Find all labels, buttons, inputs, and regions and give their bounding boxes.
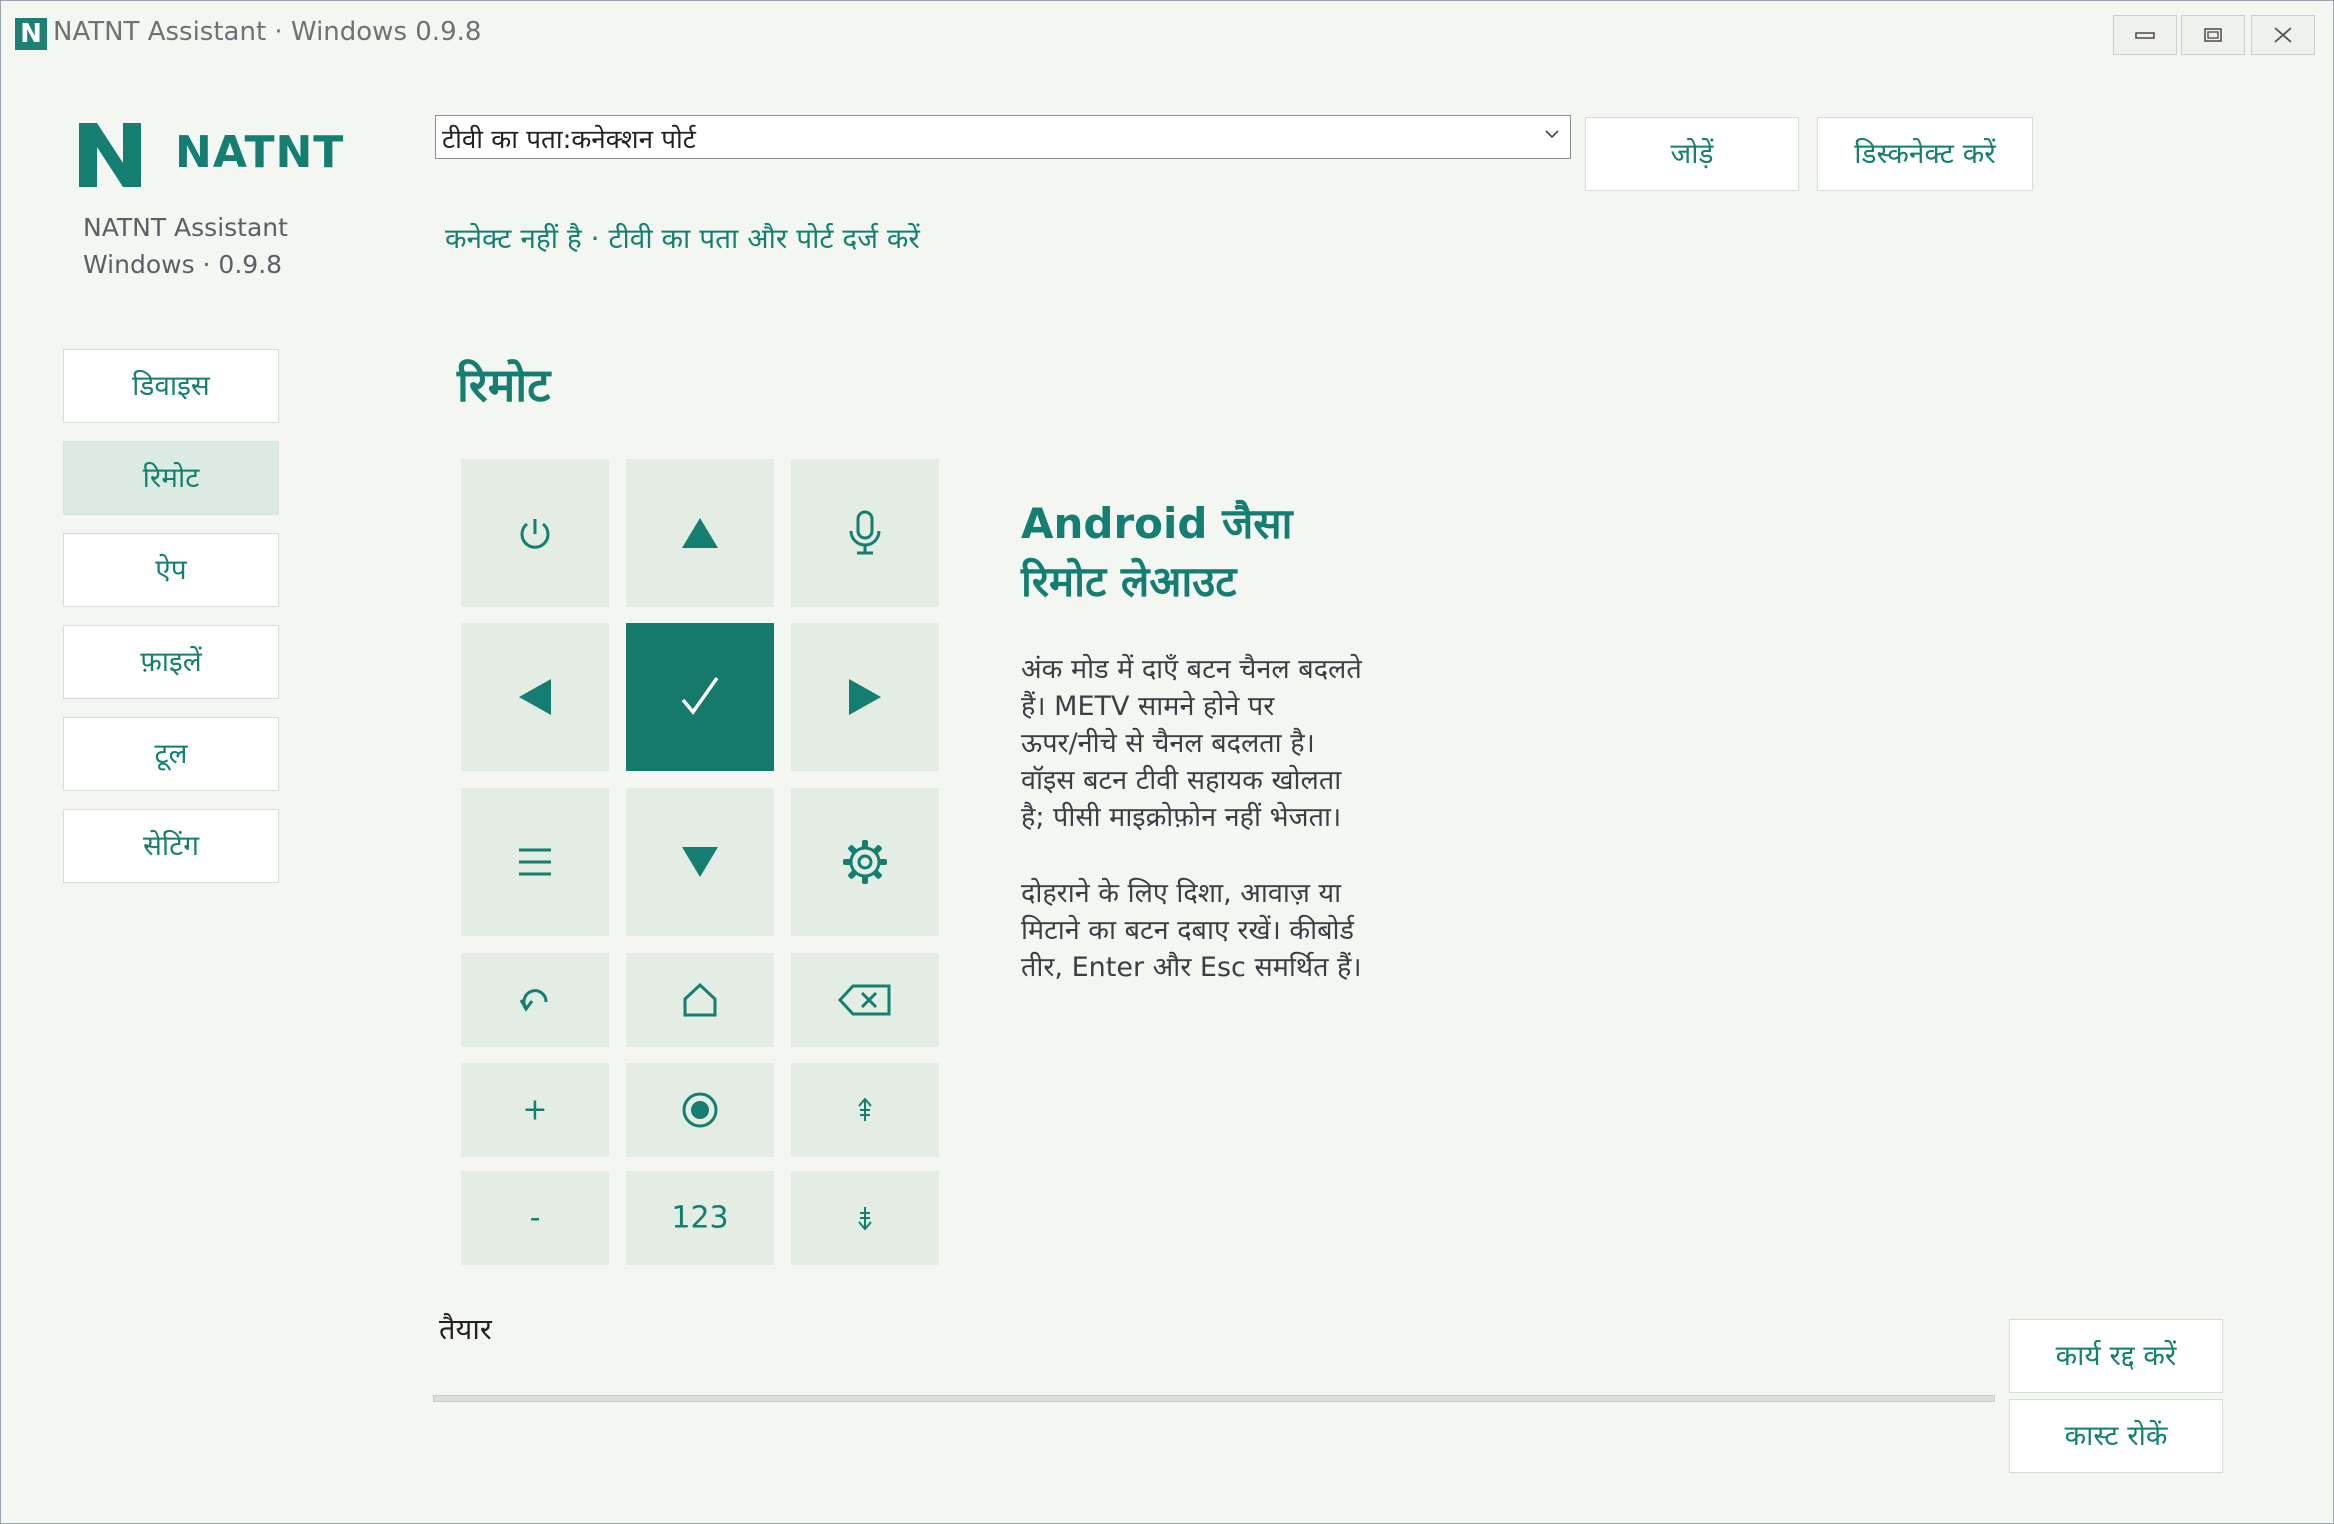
arrow-down-icon <box>682 847 718 877</box>
nav-tools[interactable]: टूल <box>63 717 279 791</box>
settings-gear-icon <box>843 840 887 884</box>
remote-info-paragraph-2: दोहराने के लिए दिशा, आवाज़ या मिटाने का … <box>1021 875 1461 986</box>
back-button[interactable] <box>461 953 609 1047</box>
channel-up-icon <box>858 1097 872 1121</box>
nav-devices[interactable]: डिवाइस <box>63 349 279 423</box>
brand-name: NATNT <box>175 127 345 178</box>
nav-settings[interactable]: सेटिंग <box>63 809 279 883</box>
info-title-line: रिमोट लेआउट <box>1021 557 1237 606</box>
minimize-button[interactable] <box>2113 15 2177 55</box>
cancel-task-button[interactable]: कार्य रद्द करें <box>2009 1319 2223 1393</box>
settings-button[interactable] <box>791 788 939 936</box>
info-title-line: Android जैसा <box>1021 499 1293 548</box>
info-line: तीर, Enter और Esc समर्थित हैं। <box>1021 952 1362 983</box>
app-name: NATNT Assistant <box>83 213 288 242</box>
menu-icon <box>519 848 551 876</box>
number-mode-label: 123 <box>671 1200 729 1236</box>
record-button[interactable] <box>626 1063 774 1157</box>
stop-cast-button[interactable]: कास्ट रोकें <box>2009 1399 2223 1473</box>
nav-remote[interactable]: रिमोट <box>63 441 279 515</box>
minimize-icon <box>2135 32 2155 39</box>
nav-files[interactable]: फ़ाइलें <box>63 625 279 699</box>
natnt-logo-icon <box>79 123 141 187</box>
info-line: वॉइस बटन टीवी सहायक खोलता <box>1021 765 1342 796</box>
remote-info-paragraph-1: अंक मोड में दाएँ बटन चैनल बदलते हैं। MET… <box>1021 651 1461 836</box>
tv-address-combobox[interactable]: टीवी का पता:कनेक्शन पोर्ट <box>435 115 1571 159</box>
home-icon <box>683 982 717 1017</box>
home-button[interactable] <box>626 953 774 1047</box>
title-bar: N NATNT Assistant · Windows 0.9.8 <box>1 1 2333 55</box>
restore-icon <box>2204 28 2222 42</box>
voice-button[interactable] <box>791 459 939 607</box>
connect-button[interactable]: जोड़ें <box>1585 117 1799 191</box>
left-button[interactable] <box>461 623 609 771</box>
back-icon <box>519 989 548 1012</box>
ok-button[interactable] <box>626 623 774 771</box>
info-line: अंक मोड में दाएँ बटन चैनल बदलते <box>1021 654 1362 685</box>
nav-apps[interactable]: ऐप <box>63 533 279 607</box>
info-line: दोहराने के लिए दिशा, आवाज़ या <box>1021 878 1342 909</box>
volume-down-button[interactable]: - <box>461 1171 609 1265</box>
arrow-up-icon <box>682 518 718 548</box>
microphone-icon <box>849 510 881 555</box>
up-button[interactable] <box>626 459 774 607</box>
info-line: ऊपर/नीचे से चैनल बदलता है। <box>1021 728 1315 759</box>
close-button[interactable] <box>2251 15 2315 55</box>
number-mode-button[interactable]: 123 <box>626 1171 774 1265</box>
app-version: Windows · 0.9.8 <box>83 250 283 279</box>
remote-info-title: Android जैसा रिमोट लेआउट <box>1021 495 1381 611</box>
down-button[interactable] <box>626 788 774 936</box>
channel-up-button[interactable] <box>791 1063 939 1157</box>
arrow-right-icon <box>849 679 881 715</box>
status-text: तैयार <box>439 1312 492 1346</box>
ok-check-icon <box>681 676 719 715</box>
app-window: N NATNT Assistant · Windows 0.9.8 NATNT … <box>0 0 2334 1524</box>
record-icon <box>682 1092 718 1128</box>
maximize-button[interactable] <box>2181 15 2245 55</box>
arrow-left-icon <box>519 679 551 715</box>
backspace-button[interactable] <box>791 953 939 1047</box>
chevron-down-icon[interactable] <box>1544 128 1560 140</box>
power-button[interactable] <box>461 459 609 607</box>
close-icon <box>2274 27 2292 43</box>
page-title: रिमोट <box>457 358 551 412</box>
channel-down-icon <box>858 1207 872 1231</box>
progress-bar <box>433 1395 1995 1402</box>
backspace-icon <box>838 984 891 1016</box>
info-line: मिटाने का बटन दबाए रखें। कीबोर्ड <box>1021 915 1354 946</box>
disconnect-button[interactable]: डिस्कनेक्ट करें <box>1817 117 2033 191</box>
info-line: है; पीसी माइक्रोफ़ोन नहीं भेजता। <box>1021 802 1342 833</box>
menu-button[interactable] <box>461 788 609 936</box>
volume-down-label: - <box>529 1200 541 1236</box>
info-line: हैं। METV सामने होने पर <box>1021 691 1275 722</box>
right-button[interactable] <box>791 623 939 771</box>
volume-up-button[interactable]: + <box>461 1063 609 1157</box>
channel-down-button[interactable] <box>791 1171 939 1265</box>
volume-up-label: + <box>522 1092 548 1128</box>
window-title: NATNT Assistant · Windows 0.9.8 <box>53 17 482 47</box>
tv-address-value: टीवी का पता:कनेक्शन पोर्ट <box>442 125 696 155</box>
app-icon: N <box>15 18 47 50</box>
power-icon <box>520 519 550 549</box>
connection-status: कनेक्ट नहीं है · टीवी का पता और पोर्ट दर… <box>445 222 920 255</box>
